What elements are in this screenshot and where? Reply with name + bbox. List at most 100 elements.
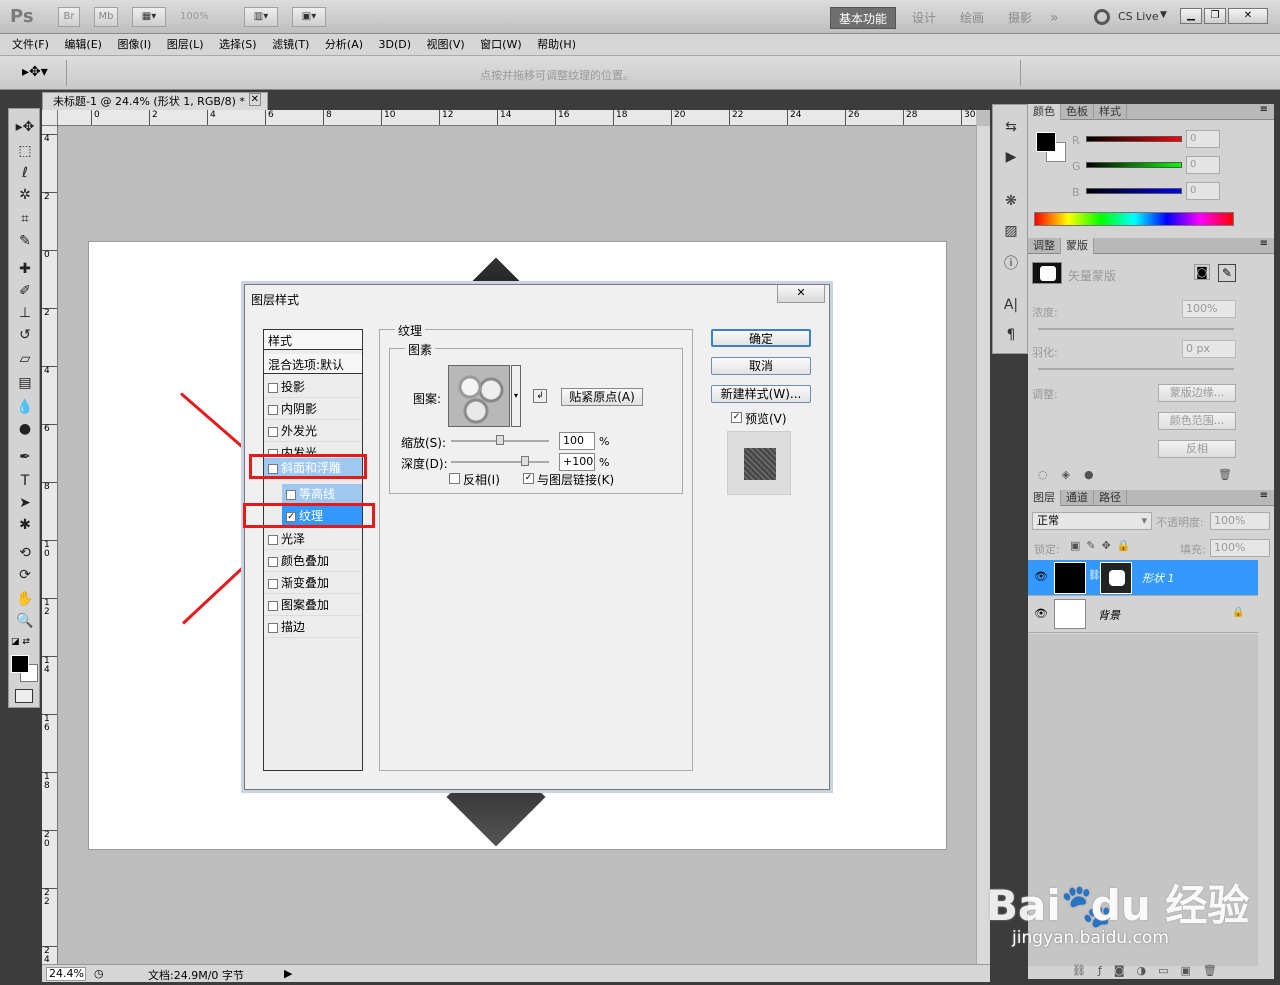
- style-item-color-overlay[interactable]: 颜色叠加: [264, 550, 362, 572]
- menu-edit[interactable]: 编辑(E): [58, 34, 108, 55]
- lock-icons[interactable]: ▣✎✥🔒: [1070, 539, 1137, 552]
- menu-layer[interactable]: 图层(L): [161, 34, 210, 55]
- r-value[interactable]: 0: [1186, 130, 1220, 148]
- vertical-scrollbar[interactable]: [976, 126, 990, 964]
- workspace-design[interactable]: 设计: [912, 7, 936, 29]
- pen-tool-icon[interactable]: ✒: [14, 447, 36, 467]
- color-spectrum-bar[interactable]: [1034, 212, 1234, 226]
- ok-button[interactable]: 确定: [711, 329, 811, 347]
- styles-header[interactable]: 样式: [264, 330, 362, 350]
- style-item-gradient-overlay[interactable]: 渐变叠加: [264, 572, 362, 594]
- style-item-pattern-overlay[interactable]: 图案叠加: [264, 594, 362, 616]
- clone-stamp-tool-icon[interactable]: ⊥: [14, 303, 36, 323]
- menu-select[interactable]: 选择(S): [213, 34, 263, 55]
- depth-field[interactable]: +100: [559, 453, 595, 471]
- color-foreground-swatch[interactable]: [1036, 132, 1056, 152]
- opacity-field[interactable]: 100%: [1210, 512, 1270, 530]
- tab-channels[interactable]: 通道: [1061, 490, 1094, 506]
- depth-slider-thumb[interactable]: [521, 456, 529, 466]
- tab-paths[interactable]: 路径: [1094, 490, 1127, 506]
- new-preset-icon[interactable]: ↲: [533, 389, 547, 403]
- healing-brush-tool-icon[interactable]: ✚: [14, 259, 36, 279]
- checkbox[interactable]: [268, 404, 278, 415]
- screen-mode-icon[interactable]: ▣▾: [292, 7, 326, 27]
- menu-filter[interactable]: 滤镜(T): [266, 34, 315, 55]
- checkbox[interactable]: [268, 600, 278, 611]
- depth-slider[interactable]: [451, 461, 549, 463]
- snap-origin-button[interactable]: 贴紧原点(A): [561, 388, 643, 406]
- bridge-button[interactable]: Br: [58, 7, 80, 27]
- scale-field[interactable]: 100: [559, 432, 595, 450]
- cs-live-menu[interactable]: CS Live: [1118, 10, 1159, 23]
- tab-adjustments[interactable]: 调整: [1028, 238, 1061, 254]
- menu-3d[interactable]: 3D(D): [373, 34, 418, 55]
- paragraph-icon[interactable]: ¶: [1000, 327, 1022, 347]
- workspace-essentials[interactable]: 基本功能: [830, 7, 897, 29]
- info-icon[interactable]: ⓘ: [1000, 253, 1022, 273]
- panel-menu-icon[interactable]: ≡: [1260, 104, 1268, 115]
- delete-mask-icon[interactable]: 🗑: [1218, 468, 1232, 481]
- density-slider[interactable]: [1038, 328, 1234, 330]
- layer-row-shape[interactable]: 👁 ⛓ 形状 1: [1028, 560, 1258, 596]
- mask-edge-button[interactable]: 蒙版边缘...: [1158, 384, 1236, 402]
- tab-color[interactable]: 颜色: [1028, 104, 1061, 120]
- blend-options-item[interactable]: 混合选项:默认: [264, 354, 362, 374]
- move-tool-preset-icon[interactable]: ▸✥▾: [22, 64, 48, 80]
- hand-tool-icon[interactable]: ✋: [14, 589, 36, 609]
- checkbox[interactable]: [268, 556, 278, 567]
- layers-footer-icons[interactable]: ⛓ƒ◙◑▭▣🗑: [1072, 964, 1229, 977]
- zoom-tool-icon[interactable]: 🔍: [14, 611, 36, 631]
- link-layer-checkbox[interactable]: ✓: [523, 473, 534, 484]
- style-item-drop-shadow[interactable]: 投影: [264, 376, 362, 398]
- b-value[interactable]: 0: [1186, 182, 1220, 200]
- crop-tool-icon[interactable]: ⌗: [14, 209, 36, 229]
- visibility-eye-icon[interactable]: 👁: [1034, 607, 1048, 620]
- cancel-button[interactable]: 取消: [711, 357, 811, 375]
- arrange-documents-icon[interactable]: ▥▾: [244, 7, 278, 27]
- default-colors-icon[interactable]: ◪ ⇄: [11, 637, 30, 647]
- gradient-tool-icon[interactable]: ▤: [14, 373, 36, 393]
- density-field[interactable]: 100%: [1182, 300, 1236, 318]
- tab-swatches[interactable]: 色板: [1061, 104, 1094, 120]
- type-tool-icon[interactable]: T: [14, 471, 36, 491]
- mini-bridge-button[interactable]: Mb: [94, 7, 118, 27]
- workspace-painting[interactable]: 绘画: [960, 7, 984, 29]
- new-style-button[interactable]: 新建样式(W)...: [711, 385, 811, 403]
- history-brush-tool-icon[interactable]: ↺: [14, 325, 36, 345]
- menu-help[interactable]: 帮助(H): [531, 34, 582, 55]
- dodge-tool-icon[interactable]: ●: [14, 419, 36, 439]
- g-value[interactable]: 0: [1186, 156, 1220, 174]
- panel-menu-icon[interactable]: ≡: [1260, 490, 1268, 501]
- cs-live-chevron-icon[interactable]: ▼: [1160, 10, 1167, 20]
- add-pixel-mask-icon[interactable]: ◙: [1194, 264, 1210, 280]
- add-vector-mask-icon[interactable]: ✎: [1218, 264, 1236, 282]
- 3d-icon[interactable]: ❋: [1000, 193, 1022, 213]
- menu-image[interactable]: 图像(I): [111, 34, 157, 55]
- minimize-icon[interactable]: ▁: [1180, 8, 1202, 24]
- style-item-satin[interactable]: 光泽: [264, 528, 362, 550]
- document-tab[interactable]: 未标题-1 @ 24.4% (形状 1, RGB/8) * ✕: [42, 92, 268, 110]
- history-icon[interactable]: ⇆: [1000, 119, 1022, 139]
- feather-slider[interactable]: [1038, 368, 1234, 370]
- close-window-icon[interactable]: ✕: [1228, 8, 1268, 24]
- tab-layers[interactable]: 图层: [1028, 490, 1061, 506]
- r-slider[interactable]: [1086, 136, 1182, 142]
- invert-checkbox[interactable]: [449, 473, 460, 484]
- style-item-outer-glow[interactable]: 外发光: [264, 420, 362, 442]
- actions-icon[interactable]: ▶: [1000, 149, 1022, 169]
- path-selection-tool-icon[interactable]: ➤: [14, 493, 36, 513]
- layer-row-background[interactable]: 👁 背景 🔒: [1028, 597, 1258, 633]
- restore-icon[interactable]: ❐: [1204, 8, 1226, 24]
- status-menu-arrow-icon[interactable]: ▶: [284, 967, 292, 980]
- invert-button[interactable]: 反相: [1158, 440, 1236, 458]
- workspace-photography[interactable]: 摄影: [1008, 7, 1032, 29]
- marquee-tool-icon[interactable]: ⬚: [14, 141, 36, 161]
- tab-styles[interactable]: 样式: [1094, 104, 1127, 120]
- dialog-close-icon[interactable]: ✕: [777, 285, 825, 303]
- checkbox[interactable]: [268, 426, 278, 437]
- quick-select-tool-icon[interactable]: ✲: [14, 185, 36, 205]
- blur-tool-icon[interactable]: 💧: [14, 397, 36, 417]
- checkbox[interactable]: [268, 382, 278, 393]
- status-info-icon[interactable]: ◷: [94, 967, 104, 980]
- close-tab-icon[interactable]: ✕: [248, 93, 261, 106]
